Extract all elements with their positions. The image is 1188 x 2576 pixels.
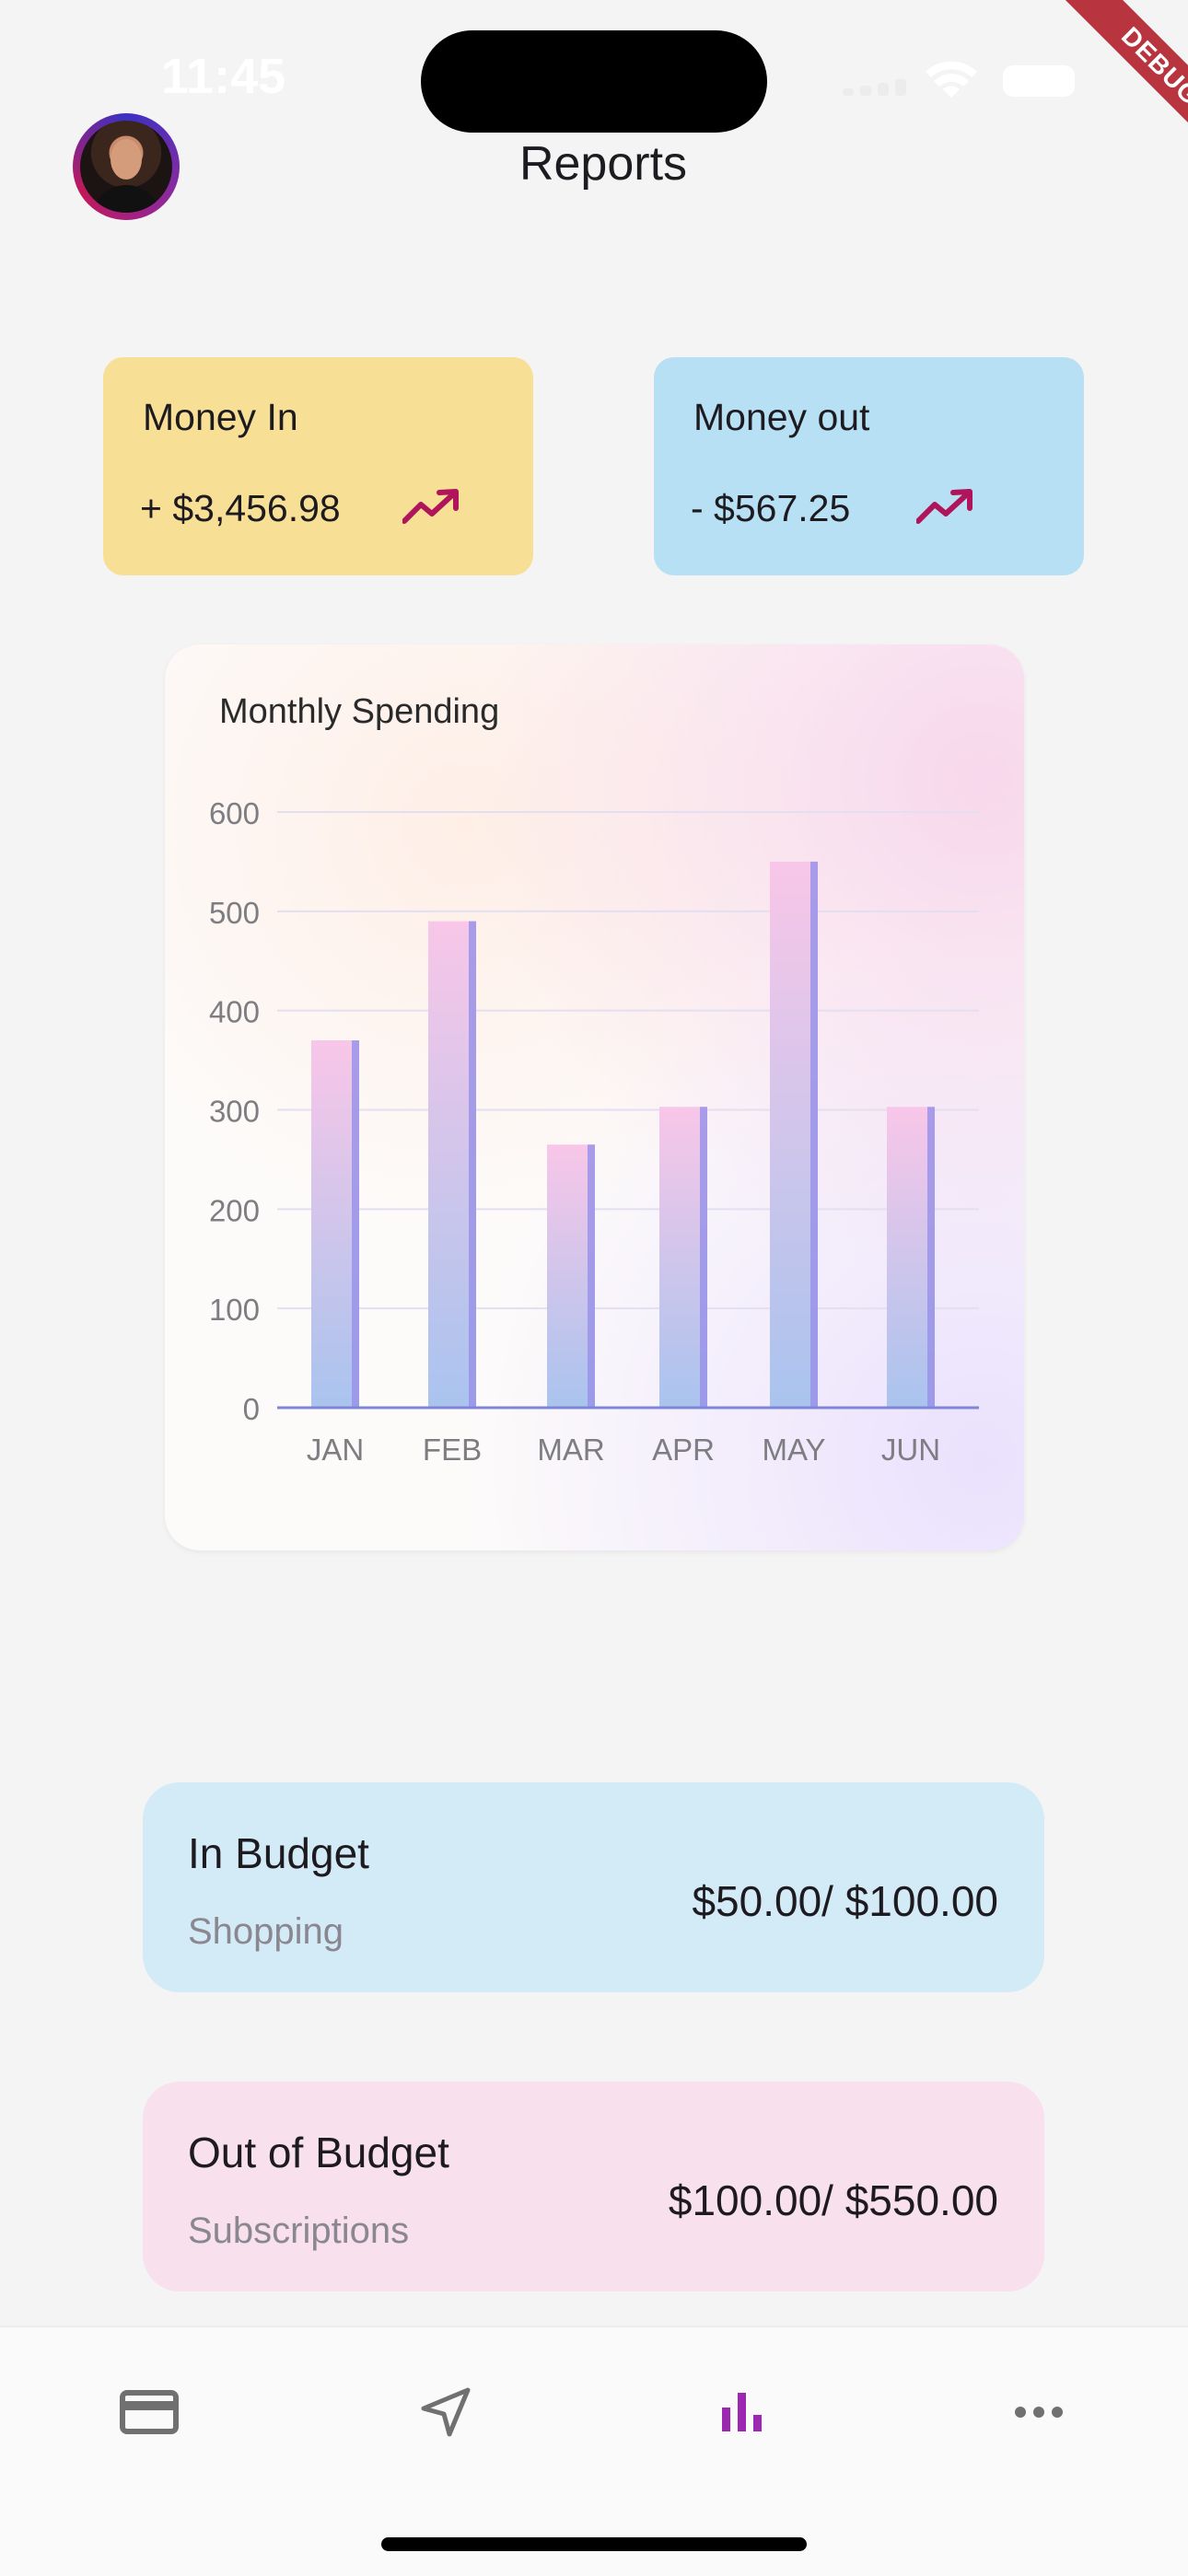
money-in-amount: + $3,456.98 — [140, 487, 341, 529]
budget-amount: $100.00/ $550.00 — [668, 2176, 998, 2224]
x-tick-label: FEB — [423, 1433, 482, 1467]
budget-category: Shopping — [188, 1911, 344, 1952]
money-out-label: Money out — [693, 396, 870, 438]
budget-title: Out of Budget — [188, 2129, 449, 2176]
out-of-budget-card[interactable]: Out of Budget Subscriptions $100.00/ $55… — [143, 2082, 1044, 2292]
monthly-spending-card: Monthly Spending 0 100 200 300 400 500 600 JAN F… — [165, 644, 1024, 1550]
money-in-label: Money In — [143, 396, 298, 438]
money-out-card[interactable]: Money out - $567.25 — [654, 357, 1084, 575]
x-tick-label: JUN — [881, 1433, 940, 1467]
more-icon — [1015, 2407, 1063, 2418]
money-out-amount: - $567.25 — [691, 487, 851, 529]
y-tick-label: 600 — [209, 796, 260, 830]
card-icon — [120, 2390, 179, 2434]
trending-up-icon — [402, 489, 459, 524]
nav-cards[interactable] — [112, 2375, 186, 2449]
y-tick-label: 500 — [209, 896, 260, 930]
y-tick-label: 100 — [209, 1293, 260, 1327]
budget-category: Subscriptions — [188, 2210, 410, 2251]
y-tick-label: 400 — [209, 995, 260, 1029]
page-title: Reports — [518, 137, 688, 191]
y-tick-label: 200 — [209, 1193, 260, 1227]
in-budget-card[interactable]: In Budget Shopping $50.00/ $100.00 — [143, 1782, 1044, 1992]
trending-up-icon — [916, 489, 973, 524]
dynamic-island — [421, 30, 767, 133]
nav-send[interactable] — [409, 2375, 483, 2449]
send-icon — [421, 2387, 471, 2437]
x-tick-label: APR — [652, 1433, 715, 1467]
status-time: 11:45 — [161, 49, 286, 104]
home-indicator — [381, 2537, 807, 2551]
monthly-spending-chart: 0 100 200 300 400 500 600 JAN FEB MAR APR MAY JUN — [209, 796, 979, 1467]
bar-edge — [810, 861, 818, 1408]
nav-more[interactable] — [1002, 2375, 1076, 2449]
x-tick-label: MAY — [762, 1433, 825, 1467]
bar-chart-icon — [722, 2393, 762, 2431]
y-tick-label: 300 — [209, 1095, 260, 1129]
budget-title: In Budget — [188, 1829, 369, 1877]
signal-icon — [843, 79, 907, 96]
bar-edge — [700, 1107, 707, 1408]
y-tick-label: 0 — [243, 1392, 260, 1426]
bar-edge — [352, 1040, 359, 1408]
money-in-card[interactable]: Money In + $3,456.98 — [103, 357, 533, 575]
budget-amount: $50.00/ $100.00 — [692, 1877, 998, 1925]
bar-edge — [469, 921, 476, 1408]
x-tick-label: JAN — [307, 1433, 364, 1467]
wifi-icon — [926, 61, 977, 98]
x-tick-label: MAR — [537, 1433, 604, 1467]
bar-edge — [588, 1144, 595, 1408]
bar-edge — [927, 1107, 935, 1408]
nav-reports[interactable] — [705, 2375, 779, 2449]
